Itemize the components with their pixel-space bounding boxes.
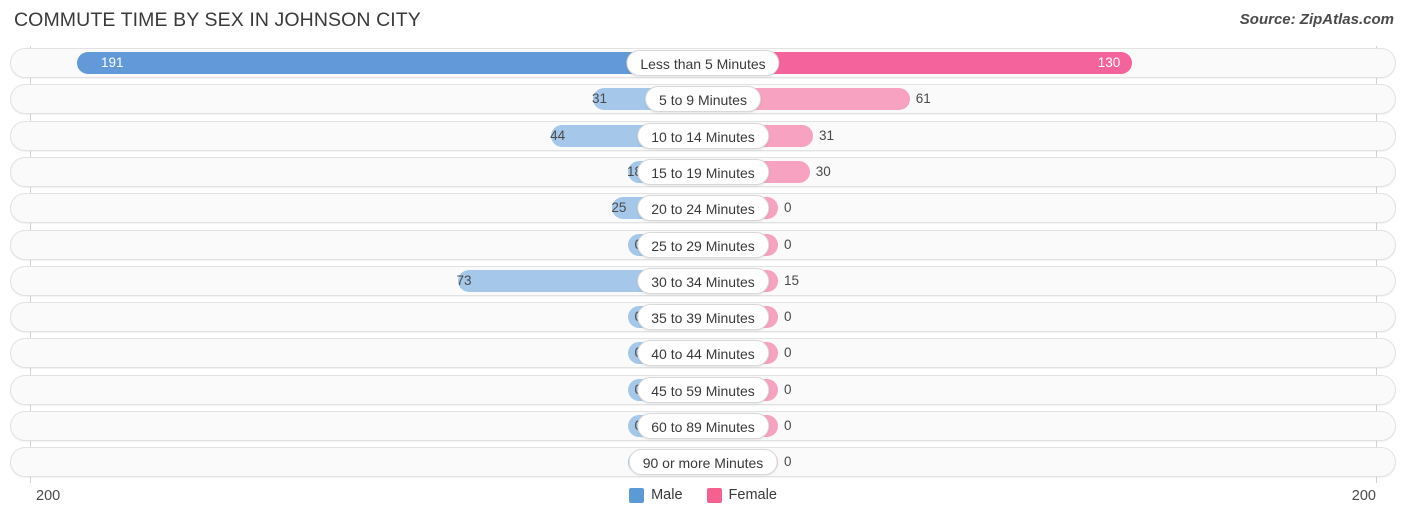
bar-value-female: 31 xyxy=(818,127,834,143)
bar-value-female: 0 xyxy=(784,345,792,361)
category-label-pill: Less than 5 Minutes xyxy=(626,50,780,76)
category-label-pill: 90 or more Minutes xyxy=(628,449,778,476)
chart-row: 0090 or more Minutes xyxy=(10,447,1396,478)
legend-item-female[interactable]: Female xyxy=(706,487,777,503)
category-label-pill: 35 to 39 Minutes xyxy=(637,304,769,331)
category-label-pill: 25 to 29 Minutes xyxy=(637,231,769,258)
category-label-pill: 5 to 9 Minutes xyxy=(645,86,761,113)
diverging-bar-chart: 191 130 Less than 5 Minutes 31 61 5 to 9 Minu… xyxy=(0,46,1406,483)
chart-row: 0025 to 29 Minutes xyxy=(10,229,1396,260)
source-attribution: Source: ZipAtlas.com xyxy=(1239,11,1394,28)
bar-value-male: 191 xyxy=(101,55,124,70)
bar-value-male: 25 xyxy=(611,200,627,216)
category-label-pill: 15 to 19 Minutes xyxy=(637,158,769,185)
bar-value-male: 0 xyxy=(582,342,642,364)
bar-value-male: 0 xyxy=(582,306,642,328)
bar-value-female: 0 xyxy=(784,200,792,216)
chart-footer: 200 200 Male Female xyxy=(0,484,1406,523)
chart-row: 0045 to 59 Minutes xyxy=(10,374,1396,405)
legend-label: Female xyxy=(728,487,777,503)
bar-value-male: 18 xyxy=(626,163,642,179)
chart-row: 0035 to 39 Minutes xyxy=(10,302,1396,333)
bar-value-female: 0 xyxy=(784,236,792,252)
bar-value-female: 15 xyxy=(784,272,800,288)
chart-row: 191 130 Less than 5 Minutes xyxy=(10,48,1396,78)
legend-swatch-icon xyxy=(629,487,645,503)
chart-row: 18 30 15 to 19 Minutes xyxy=(10,156,1396,187)
category-label-pill: 10 to 14 Minutes xyxy=(637,122,769,149)
category-label-pill: 40 to 44 Minutes xyxy=(637,340,769,367)
chart-header: COMMUTE TIME BY SEX IN JOHNSON CITY Sour… xyxy=(0,0,1406,44)
chart-row: 0060 to 89 Minutes xyxy=(10,411,1396,441)
bar-value-female: 0 xyxy=(784,418,792,433)
bar-value-female: 0 xyxy=(784,309,792,325)
legend-item-male[interactable]: Male xyxy=(629,487,683,503)
bar-value-female: 30 xyxy=(815,163,831,179)
category-label-pill: 60 to 89 Minutes xyxy=(637,413,769,439)
chart-row: 44 31 10 to 14 Minutes xyxy=(10,120,1396,151)
bar-value-male: 0 xyxy=(582,234,642,256)
category-label-pill: 45 to 59 Minutes xyxy=(637,376,769,403)
legend-label: Male xyxy=(651,487,683,503)
bar-value-male: 31 xyxy=(591,91,608,107)
chart-legend: Male Female xyxy=(0,487,1406,503)
bar-value-female: 130 xyxy=(1097,55,1121,70)
chart-row: 25 0 20 to 24 Minutes xyxy=(10,193,1396,224)
chart-row: 0040 to 44 Minutes xyxy=(10,338,1396,369)
bar-value-male: 44 xyxy=(550,127,566,143)
bar-value-male: 73 xyxy=(456,272,472,288)
category-label-pill: 20 to 24 Minutes xyxy=(637,195,769,222)
bar-value-female: 0 xyxy=(784,454,792,470)
bar-value-female: 61 xyxy=(915,91,931,107)
bar-value-female: 0 xyxy=(784,381,792,397)
chart-row: 73 15 30 to 34 Minutes xyxy=(10,265,1396,296)
bar-value-male: 0 xyxy=(582,379,642,401)
chart-row: 31 61 5 to 9 Minutes xyxy=(10,84,1396,115)
page-title: COMMUTE TIME BY SEX IN JOHNSON CITY xyxy=(14,9,421,31)
legend-swatch-icon xyxy=(706,487,722,503)
category-label-pill: 30 to 34 Minutes xyxy=(637,267,769,294)
bar-value-male: 0 xyxy=(582,415,642,437)
